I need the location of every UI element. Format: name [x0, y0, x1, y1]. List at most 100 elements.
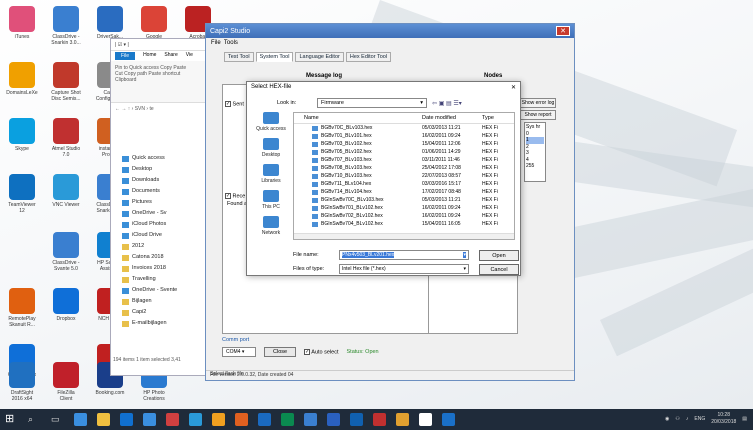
file-row[interactable]: BGInSwBv704_BLv102.hex 15/04/2011 16:05 HE… [294, 220, 514, 228]
desktop-shortcut[interactable]: Skype [0, 118, 44, 152]
file-row[interactable]: BGBv705_BLv102.hex 01/06/2011 14:29 HEX Fi [294, 148, 514, 156]
clock[interactable]: 10:28 20/03/2018 [711, 412, 736, 426]
taskbar-app-icon[interactable] [120, 413, 133, 426]
taskbar-app-icon[interactable] [143, 413, 156, 426]
look-in-dropdown[interactable]: Firmware ▾ [317, 98, 427, 108]
desktop-shortcut[interactable]: ClassDrive - Snarkin 3.0... [44, 6, 88, 46]
search-icon[interactable]: ⌕ [28, 413, 41, 426]
cancel-button[interactable]: Cancel [479, 264, 519, 275]
show-report-button[interactable]: Show report [520, 110, 556, 120]
file-name-input[interactable]: PNx4v503_BLv201.hex ▾ [339, 250, 469, 260]
file-row[interactable]: BGInSwBv702_BLv102.hex 16/02/2011 09:24 HE… [294, 212, 514, 220]
file-row[interactable]: BGBv708_BLv103.hex 25/04/2012 17:08 HEX Fi [294, 164, 514, 172]
desktop-shortcut[interactable]: Atmel Studio 7.0 [44, 118, 88, 158]
desktop-shortcut[interactable]: iTunes [0, 6, 44, 40]
close-icon[interactable]: ✕ [556, 26, 570, 36]
network-icon[interactable]: ◉ [665, 416, 669, 422]
close-icon[interactable]: ✕ [511, 84, 516, 92]
receive-checkbox[interactable]: ✓ Rece [225, 193, 245, 199]
place-item[interactable]: Desktop [251, 138, 291, 158]
file-row[interactable]: BGBv70C_BLv103.hex 05/03/2013 11:21 HEX Fi [294, 124, 514, 132]
folder-icon [122, 188, 129, 195]
column-type[interactable]: Type [482, 115, 512, 121]
place-item[interactable]: Quick access [251, 112, 291, 132]
desktop-shortcut[interactable]: Dropbox [44, 288, 88, 322]
horizontal-scrollbar[interactable] [294, 233, 514, 239]
file-date-cell: 15/04/2011 16:05 [422, 221, 461, 227]
tab-hex-editor-tool[interactable]: Hex Editor Tool [345, 52, 392, 62]
ribbon-paste-shortcut-button[interactable]: Paste shortcut [148, 71, 180, 77]
taskbar-app-icon[interactable] [373, 413, 386, 426]
taskbar-app-icon[interactable] [189, 413, 202, 426]
menu-tools[interactable]: Tools [224, 40, 238, 46]
taskbar-app-icon[interactable] [396, 413, 409, 426]
start-windows-icon[interactable]: ⊞ [5, 413, 18, 426]
comm-port-dropdown[interactable]: COM4 ▾ [222, 347, 256, 357]
file-row[interactable]: BGBv703_BLv102.hex 15/04/2011 12:06 HEX Fi [294, 140, 514, 148]
view-menu-icon[interactable]: ☰▾ [453, 101, 461, 107]
file-row[interactable]: BGInSwBv701_BLv102.hex 16/02/2011 09:24 HE… [294, 204, 514, 212]
checkbox-icon: ✓ [225, 101, 231, 107]
desktop-shortcut[interactable]: DomainsLeXe [0, 62, 44, 96]
desktop-shortcut[interactable]: TeamViewer 12 [0, 174, 44, 214]
select-hex-file-dialog[interactable]: Select HEX-file ✕ Look in: Firmware ▾ ⇦ ▣… [246, 81, 521, 276]
ribbon-tab-share[interactable]: Share [164, 52, 177, 60]
menu-file[interactable]: File [211, 40, 221, 46]
tab-system-tool[interactable]: System Tool [255, 52, 294, 62]
back-icon[interactable]: ⇦ [432, 101, 437, 107]
taskbar-app-icon[interactable] [327, 413, 340, 426]
taskbar-app-icon[interactable] [304, 413, 317, 426]
file-date-cell: 01/06/2011 14:29 [422, 149, 461, 155]
volume-icon[interactable]: ♪ [686, 416, 689, 422]
desktop-shortcut[interactable]: DraftSight 2016 x64 [0, 362, 44, 402]
taskbar-app-icon[interactable] [212, 413, 225, 426]
place-item[interactable]: Network [251, 216, 291, 236]
taskbar-app-icon[interactable] [350, 413, 363, 426]
file-row[interactable]: BGBv711_BLv104.hex 03/03/2016 15:17 HEX Fi [294, 180, 514, 188]
desktop-shortcut[interactable]: Capture Shot Disc Semis... [44, 62, 88, 102]
file-list[interactable]: Name Date modified Type BGBv70C_BLv103.h… [293, 112, 515, 240]
place-item[interactable]: Libraries [251, 164, 291, 184]
file-name-text: BGInSwBv701_BLv102.hex [321, 205, 383, 211]
new-folder-icon[interactable]: ▤ [446, 101, 452, 107]
taskbar-app-icon[interactable] [166, 413, 179, 426]
up-folder-icon[interactable]: ▣ [439, 101, 445, 107]
tab-language-editor[interactable]: Language Editor [295, 52, 344, 62]
notifications-icon[interactable]: ▤ [742, 416, 747, 422]
close-port-button[interactable]: Close [264, 347, 297, 357]
desktop-shortcut[interactable]: FileZilla Client [44, 362, 88, 402]
desktop-shortcut[interactable]: DriverSak... [88, 6, 132, 40]
people-icon[interactable]: ⚇ [675, 416, 679, 422]
node-list[interactable]: Sys hr 0 1 2 3 4 255 [524, 122, 546, 182]
task-view-icon[interactable]: ▭ [51, 413, 64, 426]
taskbar-app-icon[interactable] [419, 413, 432, 426]
column-date-modified[interactable]: Date modified [422, 115, 482, 121]
column-name[interactable]: Name [294, 115, 422, 121]
ribbon-tab-file[interactable]: File [115, 52, 136, 60]
taskbar-app-icon[interactable] [442, 413, 455, 426]
desktop-shortcut[interactable]: RemotePlay Skanuit R... [0, 288, 44, 328]
file-row[interactable]: BGInSwBv70C_BLv103.hex 05/03/2013 11:21 HE… [294, 196, 514, 204]
desktop-shortcut[interactable]: VNC Viewer [44, 174, 88, 208]
sent-checkbox[interactable]: ✓ Sent [225, 101, 244, 107]
open-button[interactable]: Open [479, 250, 519, 261]
taskbar-app-icon[interactable] [258, 413, 271, 426]
place-item[interactable]: This PC [251, 190, 291, 210]
taskbar-app-icon[interactable] [97, 413, 110, 426]
file-type-dropdown[interactable]: Intel Hex file (*.hex) ▾ [339, 264, 469, 274]
desktop-shortcut[interactable]: ClassDrive - Svante 5.0 [44, 232, 88, 272]
node-list-item[interactable]: 255 [526, 163, 544, 170]
ribbon-tab-home[interactable]: Home [143, 52, 156, 60]
file-row[interactable]: BGBv714_BLv104.hex 17/02/2017 08:48 HEX Fi [294, 188, 514, 196]
taskbar-app-icon[interactable] [281, 413, 294, 426]
tab-test-tool[interactable]: Test Tool [224, 52, 254, 62]
file-row[interactable]: BGBv707_BLv103.hex 03/11/2011 11:46 HEX Fi [294, 156, 514, 164]
taskbar-app-icon[interactable] [74, 413, 87, 426]
file-row[interactable]: BGBv701_BLv101.hex 16/02/2011 09:24 HEX Fi [294, 132, 514, 140]
file-row[interactable]: BGBv710_BLv103.hex 22/07/2013 08:57 HEX Fi [294, 172, 514, 180]
language-indicator[interactable]: ENG [694, 416, 705, 422]
show-error-log-button[interactable]: Show error log [520, 98, 556, 108]
ribbon-tab-view[interactable]: Vie [186, 52, 193, 60]
taskbar-app-icon[interactable] [235, 413, 248, 426]
auto-select-checkbox[interactable]: ✓ Auto select [304, 348, 339, 355]
